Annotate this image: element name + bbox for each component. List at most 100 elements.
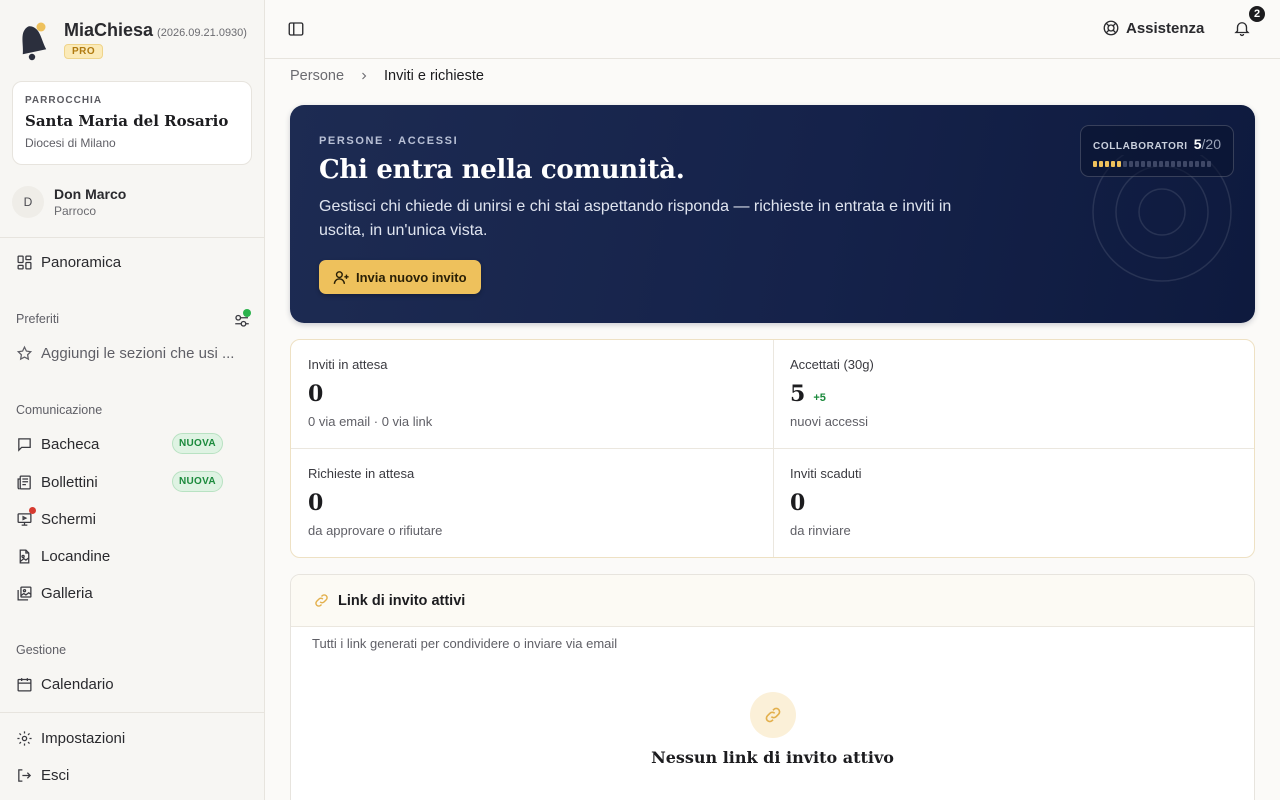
notification-count-badge: 2 — [1247, 4, 1267, 24]
progress-segment — [1099, 161, 1103, 167]
send-invite-label: Invia nuovo invito — [356, 269, 467, 285]
breadcrumb-current: Inviti e richieste — [384, 68, 484, 84]
stat-value: 0 — [790, 490, 1238, 516]
progress-segment — [1135, 161, 1139, 167]
layout-grid-icon — [17, 254, 32, 270]
stat-sub: nuovi accessi — [790, 414, 869, 429]
collaborators-meter: COLLABORATORI 5/20 — [1080, 125, 1234, 177]
sidebar-item-galleria[interactable]: Galleria — [16, 582, 246, 604]
user-name: Don Marco — [54, 186, 127, 202]
progress-segment — [1093, 161, 1097, 167]
user-profile[interactable]: D Don Marco Parroco — [12, 186, 126, 218]
sidebar-item-label: Locandine — [41, 547, 111, 565]
bell-icon — [1234, 22, 1250, 37]
stat-number: 0 — [308, 490, 324, 516]
page-title: Chi entra nella comunità. — [319, 155, 685, 185]
user-plus-icon — [333, 270, 349, 284]
life-buoy-icon — [1103, 20, 1119, 36]
stat-sub: da rinviare — [790, 523, 851, 538]
file-image-icon — [19, 548, 30, 564]
stat-sub: da approvare o rifiutare — [308, 523, 443, 538]
plan-badge: PRO — [64, 44, 104, 59]
stat-number: 0 — [790, 490, 806, 516]
progress-segment — [1171, 161, 1175, 167]
card-title: Link di invito attivi — [338, 592, 466, 609]
stat-number: 5 — [790, 381, 806, 407]
notifications-button[interactable] — [1233, 19, 1251, 37]
parish-name: Santa Maria del Rosario — [25, 112, 229, 130]
favorites-settings-button[interactable] — [233, 309, 251, 329]
progress-segment — [1201, 161, 1205, 167]
stat-value: 5 +5 — [790, 381, 1238, 407]
newspaper-icon — [17, 474, 31, 490]
link-icon — [315, 594, 328, 607]
stat-value: 0 — [308, 490, 756, 516]
brand[interactable]: MiaChiesa (2026.09.21.0930) PRO — [14, 20, 247, 62]
sidebar-item-label: Bacheca — [41, 435, 100, 453]
stat-label: Inviti scaduti — [790, 466, 862, 481]
gear-icon — [17, 730, 32, 746]
new-badge: NUOVA — [172, 433, 223, 454]
sidebar-item-label: Impostazioni — [41, 729, 126, 747]
progress-segment — [1195, 161, 1199, 167]
link-icon — [765, 707, 781, 723]
chevron-right-icon — [362, 72, 367, 80]
section-label-communication: Comunicazione — [16, 403, 103, 417]
favorites-add-hint[interactable]: Aggiungi le sezioni che usi ... — [16, 342, 246, 364]
progress-segment — [1183, 161, 1187, 167]
parish-diocese: Diocesi di Milano — [25, 136, 116, 150]
progress-segment — [1105, 161, 1109, 167]
card-header: Link di invito attivi — [291, 575, 1254, 627]
alert-dot — [29, 507, 36, 514]
progress-segment — [1189, 161, 1193, 167]
progress-segment — [1129, 161, 1133, 167]
collaborators-count: 5/20 — [1194, 136, 1221, 152]
help-label: Assistenza — [1126, 19, 1205, 37]
progress-segment — [1153, 161, 1157, 167]
sidebar-item-label: Bollettini — [41, 473, 98, 491]
hero-description: Gestisci chi chiede di unirsi e chi stai… — [319, 198, 952, 239]
stat-accepted: Accettati (30g) 5 +5 nuovi accessi — [773, 340, 1255, 449]
sidebar-item-locandine[interactable]: Locandine — [16, 545, 246, 567]
active-invite-links-card: Link di invito attivi Tutti i link gener… — [290, 574, 1255, 800]
sidebar-item-panoramica[interactable]: Panoramica — [16, 251, 246, 273]
progress-segment — [1141, 161, 1145, 167]
app-name: MiaChiesa — [64, 20, 154, 40]
stat-label: Richieste in attesa — [308, 466, 415, 481]
sidebar-item-label: Calendario — [41, 675, 114, 693]
bell-logo-icon — [14, 20, 50, 62]
sidebar-divider — [0, 237, 264, 238]
panel-left-icon — [288, 22, 304, 36]
sidebar-item-esci[interactable]: Esci — [16, 764, 246, 786]
progress-segment — [1177, 161, 1181, 167]
app-version: (2026.09.21.0930) — [157, 27, 247, 39]
progress-segment — [1165, 161, 1169, 167]
images-icon — [17, 585, 32, 601]
favorites-hint: Aggiungi le sezioni che usi ... — [41, 344, 235, 362]
sidebar-item-calendario[interactable]: Calendario — [16, 673, 246, 695]
collaborators-used: 5 — [1193, 136, 1202, 152]
progress-segment — [1207, 161, 1211, 167]
section-label-management: Gestione — [16, 643, 67, 657]
stat-value: 0 — [308, 381, 756, 407]
avatar: D — [12, 186, 44, 218]
help-button[interactable]: Assistenza — [1102, 19, 1204, 37]
breadcrumb-parent[interactable]: Persone — [290, 68, 344, 84]
breadcrumb: Persone Inviti e richieste — [290, 68, 484, 84]
stat-pending-invites: Inviti in attesa 0 0 via email · 0 via l… — [291, 340, 773, 449]
parish-switcher[interactable]: PARROCCHIA Santa Maria del Rosario Dioce… — [12, 81, 252, 165]
sidebar-item-schermi[interactable]: Schermi — [16, 508, 246, 530]
send-invite-button[interactable]: Invia nuovo invito — [319, 260, 481, 294]
sidebar-divider — [0, 712, 264, 713]
sidebar-toggle-button[interactable] — [287, 20, 305, 38]
empty-state-title: Nessun link di invito attivo — [651, 748, 894, 767]
stat-delta: +5 — [813, 392, 826, 404]
collaborators-total: /20 — [1201, 136, 1221, 152]
progress-segment — [1123, 161, 1127, 167]
sidebar-item-impostazioni[interactable]: Impostazioni — [16, 727, 246, 749]
parish-kicker: PARROCCHIA — [25, 95, 103, 106]
sidebar: MiaChiesa (2026.09.21.0930) PRO PARROCCHI… — [0, 0, 265, 800]
topbar: Assistenza 2 — [265, 0, 1280, 59]
logout-icon — [18, 768, 32, 782]
card-subtitle: Tutti i link generati per condividere o … — [312, 636, 618, 651]
